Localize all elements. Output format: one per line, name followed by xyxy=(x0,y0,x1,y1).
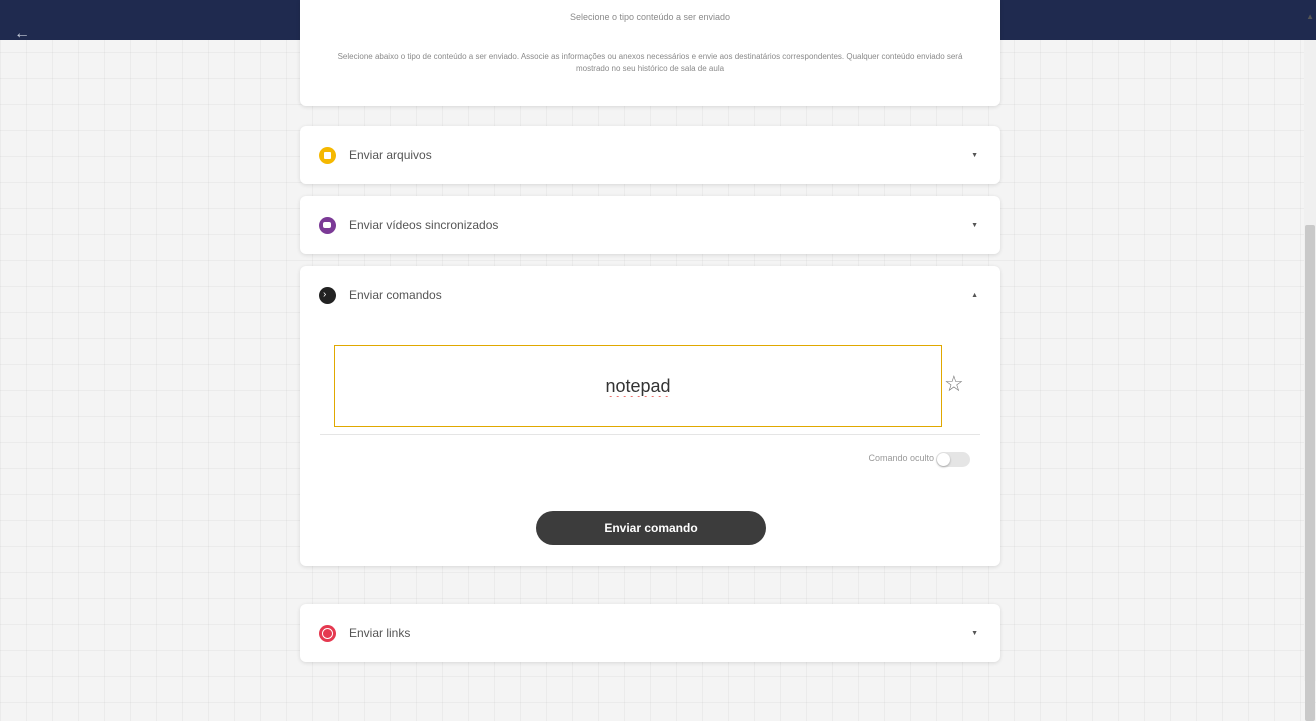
section-links-label: Enviar links xyxy=(349,626,411,640)
chevron-down-icon: ▼ xyxy=(971,630,978,637)
scroll-up-icon[interactable]: ▲ xyxy=(1306,12,1314,21)
section-commands-header[interactable]: › Enviar comandos ▲ xyxy=(300,266,1000,324)
scrollbar[interactable] xyxy=(1304,40,1316,721)
scrollbar-thumb[interactable] xyxy=(1305,225,1315,721)
command-input[interactable] xyxy=(334,345,942,427)
section-files-label: Enviar arquivos xyxy=(349,148,432,162)
section-videos-header[interactable]: Enviar vídeos sincronizados ▼ xyxy=(300,196,1000,254)
section-links: Enviar links ▼ xyxy=(300,604,1000,662)
section-files: Enviar arquivos ▼ xyxy=(300,126,1000,184)
intro-card: Selecione o tipo conteúdo a ser enviado … xyxy=(300,0,1000,106)
toggle-knob xyxy=(937,453,950,466)
globe-icon xyxy=(319,625,336,642)
chevron-down-icon: ▼ xyxy=(971,222,978,229)
video-icon xyxy=(319,217,336,234)
chevron-down-icon: ▼ xyxy=(971,152,978,159)
section-videos: Enviar vídeos sincronizados ▼ xyxy=(300,196,1000,254)
arrow-left-icon[interactable]: ← xyxy=(14,26,30,42)
section-videos-label: Enviar vídeos sincronizados xyxy=(349,218,499,232)
intro-description: Selecione abaixo o tipo de conteúdo a se… xyxy=(337,52,963,73)
hidden-command-toggle[interactable] xyxy=(936,452,970,467)
send-command-button[interactable]: Enviar comando xyxy=(536,511,766,545)
divider xyxy=(320,434,980,435)
section-files-header[interactable]: Enviar arquivos ▼ xyxy=(300,126,1000,184)
hidden-command-label: Comando oculto xyxy=(868,453,934,463)
terminal-icon: › xyxy=(319,287,336,304)
section-commands: › Enviar comandos ▲ ☆ Comando oculto Env… xyxy=(300,266,1000,566)
chevron-up-icon: ▲ xyxy=(971,292,978,299)
section-commands-label: Enviar comandos xyxy=(349,288,442,302)
star-icon[interactable]: ☆ xyxy=(944,373,964,395)
intro-title: Selecione o tipo conteúdo a ser enviado xyxy=(569,12,731,22)
section-links-header[interactable]: Enviar links ▼ xyxy=(300,604,1000,662)
file-icon xyxy=(319,147,336,164)
